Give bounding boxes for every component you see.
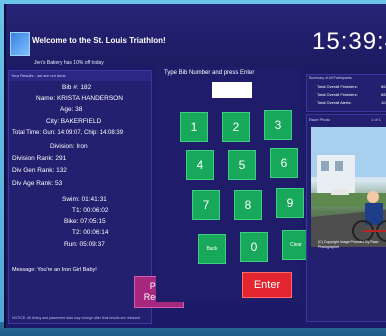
- key-0[interactable]: 0: [240, 232, 268, 262]
- race-photo-image: [311, 127, 386, 247]
- summary-line-2-label: Total Overall Finishers:: [317, 92, 358, 97]
- race-photo-scene: [311, 127, 386, 247]
- results-header: Your Results - we are not done: [9, 71, 151, 81]
- division-row: Division: Iron: [50, 143, 88, 150]
- keypad-title: Type Bib Number and press Enter: [164, 70, 255, 76]
- key-3[interactable]: 3: [264, 110, 292, 140]
- bib-number-display[interactable]: [212, 82, 252, 98]
- race-photo-header: Race Photo: [309, 117, 330, 122]
- key-5[interactable]: 5: [228, 150, 256, 180]
- summary-line-1-value: 864: [381, 84, 386, 89]
- event-logo-icon: [10, 32, 30, 56]
- city-row: City: BAKERFIELD: [46, 118, 102, 125]
- summary-line-1-label: Total Overall Finishers:: [317, 84, 358, 89]
- name-row: Name: KRISTA HANDERSON: [36, 95, 123, 102]
- age-row: Age: 38: [60, 106, 83, 113]
- promo-text: Jen's Bakery has 10% off today: [34, 60, 104, 66]
- keypad-panel: Type Bib Number and press Enter: [156, 66, 302, 302]
- welcome-title: Welcome to the St. Louis Triathlon!: [32, 36, 166, 45]
- header-bar: Welcome to the St. Louis Triathlon! Jen'…: [6, 4, 386, 66]
- bib-row: Bib #: 182: [62, 84, 92, 91]
- key-1[interactable]: 1: [180, 112, 208, 142]
- race-photo-caption: (C) Copyright Image Provided By Race Pho…: [318, 240, 379, 249]
- key-7[interactable]: 7: [192, 190, 220, 220]
- summary-line-3-label: Total Overall Alerts:: [317, 100, 352, 105]
- key-2[interactable]: 2: [222, 112, 250, 142]
- t2-row: T2: 00:06:14: [72, 229, 109, 236]
- bike-row: Bike: 07:05:15: [64, 218, 106, 225]
- key-8[interactable]: 8: [234, 190, 262, 220]
- key-9[interactable]: 9: [276, 188, 304, 218]
- enter-button[interactable]: Enter: [242, 272, 292, 298]
- clock: 15:39:4: [312, 28, 386, 55]
- div-gen-rank-row: Div Gen Rank: 132: [12, 167, 67, 174]
- key-6[interactable]: 6: [270, 148, 298, 178]
- run-row: Run: 05:09:37: [64, 241, 105, 248]
- t1-row: T1: 00:06:02: [72, 207, 109, 214]
- message-row: Message: You're an Iron Girl Baby!: [12, 267, 97, 273]
- total-time-row: Total Time: Gun: 14:09:07, Chip: 14:08:3…: [12, 130, 124, 136]
- summary-line-2-value: 682: [381, 92, 386, 97]
- race-photo-panel: Race Photo 1 of 1: [306, 114, 386, 322]
- key-4[interactable]: 4: [186, 150, 214, 180]
- summary-panel: Summary of All Participants Total Overal…: [306, 74, 386, 112]
- kiosk-screen: Welcome to the St. Louis Triathlon! Jen'…: [4, 4, 386, 328]
- summary-line-3-value: 104: [381, 100, 386, 105]
- div-age-rank-row: Div Age Rank: 53: [12, 180, 63, 187]
- division-rank-row: Division Rank: 291: [12, 155, 67, 162]
- summary-header: Summary of All Participants: [309, 76, 352, 80]
- back-key[interactable]: Back: [198, 234, 226, 264]
- race-photo-page: 1 of 1: [371, 117, 382, 122]
- swim-row: Swim: 01:41:31: [62, 196, 107, 203]
- footer-note: NOTICE: All timing and placement data ma…: [12, 316, 141, 320]
